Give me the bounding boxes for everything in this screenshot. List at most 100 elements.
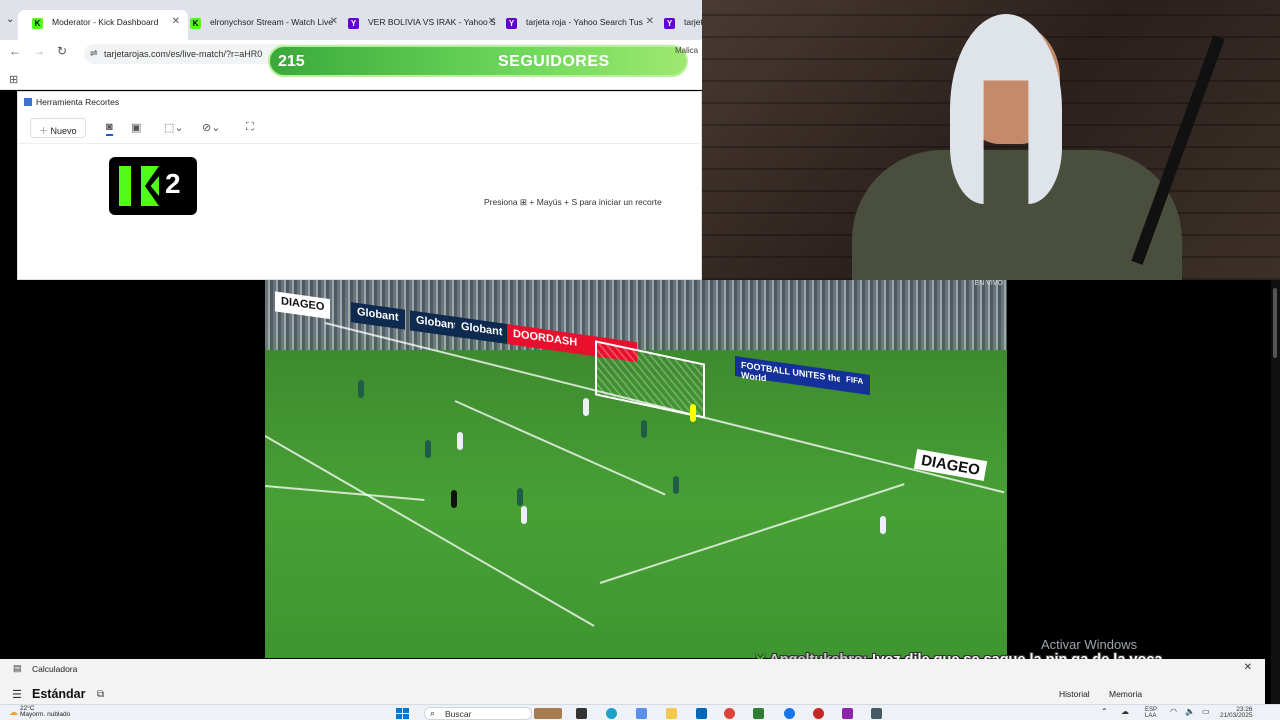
kick-k-icon <box>119 166 159 206</box>
player <box>641 420 647 438</box>
close-icon[interactable]: ✕ <box>1244 662 1252 673</box>
kick-favicon-icon: K <box>32 18 43 29</box>
obs-icon[interactable] <box>813 708 824 719</box>
tray-chevron-icon[interactable]: ⌃ <box>1101 707 1108 716</box>
tab-label: Moderator - Kick Dashboard <box>52 17 159 27</box>
tab-list-chevron-icon[interactable]: ⌄ <box>6 14 14 25</box>
video-mode-icon[interactable]: ▣ <box>131 121 141 134</box>
search-label: Buscar <box>445 709 472 719</box>
snipping-tool-icon[interactable] <box>842 708 853 719</box>
tab-label: tarjet <box>684 17 702 27</box>
memory-tab[interactable]: Memoria <box>1109 689 1142 699</box>
forward-arrow-icon[interactable]: → <box>33 44 45 58</box>
tab-label: VER BOLIVIA VS IRAK - Yahoo S <box>368 17 496 27</box>
player <box>673 476 679 494</box>
tab-kick-stream[interactable]: K elronychsor Stream - Watch Live ✕ <box>176 10 346 40</box>
chrome-icon[interactable] <box>724 708 735 719</box>
tab-yahoo-tarjeta[interactable]: Y tarjeta roja - Yahoo Search Tus ✕ <box>492 10 662 40</box>
activate-windows-watermark: Activar Windows <box>1041 637 1138 652</box>
webcam-feed <box>702 0 1280 280</box>
tab-yahoo-partial[interactable]: Y tarjet <box>650 10 702 40</box>
back-arrow-icon[interactable]: ← <box>9 44 21 58</box>
follower-counter-bar: 215 SEGUIDORES <box>268 45 688 77</box>
hamburger-menu-icon[interactable]: ☰ <box>12 688 22 701</box>
calculator-mode: Estándar <box>32 687 86 701</box>
follower-count: 215 <box>278 53 305 70</box>
reload-icon[interactable]: ↻ <box>57 44 67 58</box>
file-explorer-icon[interactable] <box>666 708 677 719</box>
weather-desc: Mayorm. nublado <box>20 711 71 718</box>
referee <box>451 490 457 508</box>
follower-label: SEGUIDORES <box>498 53 610 70</box>
scrollbar-thumb[interactable] <box>1273 288 1277 358</box>
tab-kick-dashboard[interactable]: K Moderator - Kick Dashboard ✕ <box>18 10 188 40</box>
live-label: EN VIVO <box>974 280 1003 287</box>
text-actions-icon[interactable]: ⛶ <box>246 121 254 134</box>
url-text: tarjetarojas.com/es/live-match/?r=aHR0 <box>104 49 263 59</box>
player <box>425 440 431 458</box>
start-windows-icon[interactable] <box>396 708 410 720</box>
copilot-icon[interactable] <box>636 708 647 719</box>
ad-board: FIFA <box>840 370 870 395</box>
url-tail-text: Malica <box>675 46 699 55</box>
apps-grid-icon[interactable]: ⊞ <box>9 73 18 86</box>
lang-layout: LAA <box>1145 713 1157 719</box>
keep-on-top-icon[interactable]: ⧉ <box>97 689 104 700</box>
tab-label: tarjeta roja - Yahoo Search Tus <box>526 17 643 27</box>
player <box>517 488 523 506</box>
player <box>457 432 463 450</box>
yahoo-favicon-icon: Y <box>348 18 359 29</box>
volume-icon[interactable]: 🔈 <box>1185 707 1195 716</box>
tab-label: elronychsor Stream - Watch Live <box>210 17 333 27</box>
edge-icon[interactable] <box>606 708 617 719</box>
search-icon: ⌕ <box>430 708 436 718</box>
plus-icon: ＋ <box>39 126 49 136</box>
onedrive-icon[interactable]: ☁ <box>1121 707 1129 716</box>
page-scrollbar[interactable] <box>1271 280 1280 704</box>
minecraft-icon[interactable] <box>753 708 764 719</box>
windows-taskbar: ☁ 22°C Mayorm. nublado ⌕ Buscar ⌃ ☁ ESP L… <box>0 704 1280 720</box>
snipping-tool-window: Herramienta Recortes ＋ Nuevo ◙ ▣ ⬚⌄ ⊘⌄ ⛶… <box>17 91 702 280</box>
k2-logo: 2 <box>109 157 197 215</box>
tab-yahoo-bolivia[interactable]: Y VER BOLIVIA VS IRAK - Yahoo S ✕ <box>334 10 504 40</box>
weather-icon[interactable]: ☁ <box>9 707 18 718</box>
player <box>521 506 527 524</box>
history-tab[interactable]: Historial <box>1059 689 1090 699</box>
calculator-title: Calculadora <box>32 664 78 674</box>
k2-number: 2 <box>165 168 181 199</box>
clock-date: 21/03/2025 <box>1220 712 1253 719</box>
edge-beta-icon[interactable] <box>784 708 795 719</box>
task-view-icon[interactable] <box>576 708 587 719</box>
player <box>358 380 364 398</box>
kick-favicon-icon: K <box>190 18 201 29</box>
calculator-app-icon: ▤ <box>13 663 22 673</box>
wifi-icon[interactable]: ◠ <box>1170 707 1177 716</box>
snip-shape-icon[interactable]: ⬚⌄ <box>164 121 184 134</box>
browser-tab-strip: ⌄ K Moderator - Kick Dashboard ✕ K elron… <box>0 0 702 40</box>
snipping-tool-app-icon <box>24 98 32 106</box>
new-snip-button[interactable]: ＋ Nuevo <box>30 118 86 138</box>
goalkeeper <box>690 404 696 422</box>
site-info-icon[interactable]: ⇌ <box>90 48 98 59</box>
yahoo-favicon-icon: Y <box>664 18 675 29</box>
clock[interactable]: 23:26 21/03/2025 <box>1220 706 1253 719</box>
snipping-toolbar: ＋ Nuevo ◙ ▣ ⬚⌄ ⊘⌄ ⛶ <box>18 112 701 144</box>
match-video[interactable]: DIAGEO Globant Globant Globant DOORDASH … <box>265 280 1007 658</box>
weather-widget[interactable]: 22°C Mayorm. nublado <box>20 705 71 718</box>
new-snip-label: Nuevo <box>50 126 77 136</box>
calculator-taskbar-icon[interactable] <box>871 708 882 719</box>
battery-icon[interactable]: ▭ <box>1202 707 1210 716</box>
calculator-window: ▤ Calculadora ✕ ☰ Estándar ⧉ Historial M… <box>0 659 1265 704</box>
screenshot-mode-icon[interactable]: ◙ <box>106 121 113 136</box>
store-icon[interactable] <box>696 708 707 719</box>
window-title: Herramienta Recortes <box>36 97 120 107</box>
ad-board-diageo: DIAGEO <box>913 448 988 482</box>
taskbar-search[interactable]: ⌕ Buscar <box>424 707 532 720</box>
snip-shortcut-hint: Presiona ⊞ + Mayús + S para iniciar un r… <box>484 197 662 207</box>
language-indicator[interactable]: ESP LAA <box>1145 707 1157 719</box>
timer-icon[interactable]: ⊘⌄ <box>202 121 220 134</box>
yahoo-favicon-icon: Y <box>506 18 517 29</box>
widget-game-icon[interactable] <box>534 708 562 719</box>
snipping-tool-title: Herramienta Recortes <box>24 97 119 107</box>
player <box>880 516 886 534</box>
